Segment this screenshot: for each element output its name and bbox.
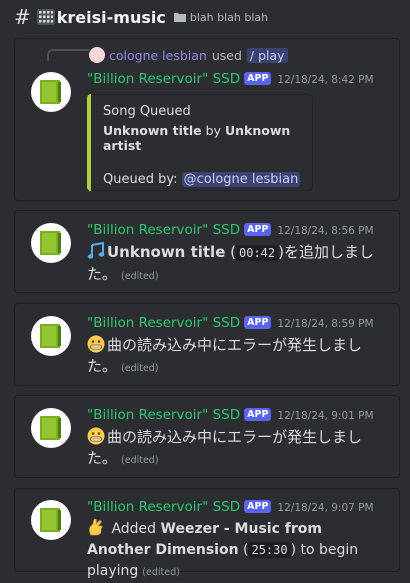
app-badge: APP bbox=[244, 316, 272, 329]
timestamp[interactable]: 12/18/24, 8:56 PM bbox=[277, 225, 373, 237]
message-content: 曲の読み込み中にエラーが発生しました。 (edited) bbox=[87, 335, 387, 379]
reply-command[interactable]: / play bbox=[246, 47, 288, 63]
edited-label: (edited) bbox=[142, 567, 180, 578]
reply-context[interactable]: cologne lesbian used / play bbox=[89, 47, 288, 63]
message-header: "Billion Reservoir" SSD APP 12/18/24, 9:07… bbox=[87, 499, 374, 515]
timestamp[interactable]: 12/18/24, 9:01 PM bbox=[277, 410, 373, 422]
reply-username[interactable]: cologne lesbian bbox=[109, 48, 207, 63]
edited-label: (edited) bbox=[121, 271, 159, 282]
folder-icon bbox=[173, 13, 186, 22]
bot-avatar[interactable] bbox=[31, 408, 71, 448]
ssd-icon bbox=[40, 324, 61, 348]
embed-title: Song Queued bbox=[103, 104, 191, 119]
message-card[interactable]: "Billion Reservoir" SSD APP 12/18/24, 9:07… bbox=[14, 488, 400, 579]
edited-label: (edited) bbox=[121, 363, 159, 374]
reply-connector bbox=[47, 49, 89, 61]
bot-username[interactable]: "Billion Reservoir" SSD bbox=[87, 71, 240, 87]
embed-queued-by: Queued by: @cologne lesbian bbox=[103, 172, 301, 187]
message-card[interactable]: cologne lesbian used / play "Billion Res… bbox=[14, 38, 400, 201]
bot-username[interactable]: "Billion Reservoir" SSD bbox=[87, 315, 240, 331]
song-queued-embed: Song Queued Unknown title by Unknown art… bbox=[87, 94, 313, 191]
queued-by-label: Queued by: bbox=[103, 172, 178, 187]
message-content: 曲の読み込み中にエラーが発生しました。 (edited) bbox=[87, 427, 387, 471]
bot-username[interactable]: "Billion Reservoir" SSD bbox=[87, 407, 240, 423]
app-badge: APP bbox=[244, 500, 272, 513]
message-header: "Billion Reservoir" SSD APP 12/18/24, 8:59… bbox=[87, 315, 374, 331]
embed-song-title: Unknown title bbox=[103, 123, 202, 138]
message-header: "Billion Reservoir" SSD APP 12/18/24, 9:01… bbox=[87, 407, 374, 423]
bot-username[interactable]: "Billion Reservoir" SSD bbox=[87, 222, 240, 238]
message-header: "Billion Reservoir" SSD APP 12/18/24, 8:56… bbox=[87, 222, 374, 238]
bot-avatar[interactable] bbox=[31, 500, 71, 540]
reply-avatar[interactable] bbox=[89, 47, 105, 63]
crossed-fingers-icon bbox=[89, 518, 103, 536]
timestamp[interactable]: 12/18/24, 9:07 PM bbox=[277, 502, 373, 514]
embed-by: by bbox=[205, 123, 221, 138]
channel-topic: blah blah blah bbox=[189, 10, 269, 24]
queued-by-mention[interactable]: @cologne lesbian bbox=[181, 172, 301, 187]
message-card[interactable]: "Billion Reservoir" SSD APP 12/18/24, 9:01… bbox=[14, 395, 400, 478]
message-card[interactable]: "Billion Reservoir" SSD APP 12/18/24, 8:56… bbox=[14, 210, 400, 293]
message-card[interactable]: "Billion Reservoir" SSD APP 12/18/24, 8:59… bbox=[14, 303, 400, 386]
ssd-icon bbox=[40, 80, 61, 104]
message-content: Unknown title (00:42)を追加しました。 (edited) bbox=[87, 242, 387, 287]
grimacing-face-icon bbox=[87, 335, 105, 353]
ssd-icon bbox=[40, 416, 61, 440]
message-content: Added Weezer - Music from Another Dimens… bbox=[87, 518, 387, 583]
paren-open: ( bbox=[225, 243, 236, 261]
added-prefix: Added bbox=[107, 521, 161, 537]
ssd-icon bbox=[40, 231, 61, 255]
channel-hash: # bbox=[14, 5, 31, 29]
app-badge: APP bbox=[244, 72, 272, 85]
app-badge: APP bbox=[244, 408, 272, 421]
bot-avatar[interactable] bbox=[31, 223, 71, 263]
channel-name[interactable]: kreisi-music bbox=[57, 8, 166, 27]
duration-code: 00:42 bbox=[236, 245, 279, 261]
app-badge: APP bbox=[244, 223, 272, 236]
edited-label: (edited) bbox=[121, 455, 159, 466]
paren-open: ( bbox=[238, 542, 249, 558]
embed-song-line: Unknown title by Unknown artist bbox=[103, 123, 301, 153]
server-grid-icon bbox=[36, 9, 55, 25]
duration-code: 25:30 bbox=[248, 542, 291, 558]
message-header: "Billion Reservoir" SSD APP 12/18/24, 8:42… bbox=[87, 71, 374, 87]
ssd-icon bbox=[40, 508, 61, 532]
timestamp[interactable]: 12/18/24, 8:42 PM bbox=[277, 74, 373, 86]
bot-avatar[interactable] bbox=[31, 72, 71, 112]
reply-used-text: used bbox=[211, 47, 242, 63]
bot-username[interactable]: "Billion Reservoir" SSD bbox=[87, 499, 240, 515]
song-title: Unknown title bbox=[107, 243, 226, 261]
grimacing-face-icon bbox=[87, 427, 105, 445]
timestamp[interactable]: 12/18/24, 8:59 PM bbox=[277, 318, 373, 330]
channel-header: # kreisi-music blah blah blah bbox=[0, 0, 410, 34]
bot-avatar[interactable] bbox=[31, 316, 71, 356]
musical-notes-icon bbox=[87, 242, 105, 259]
